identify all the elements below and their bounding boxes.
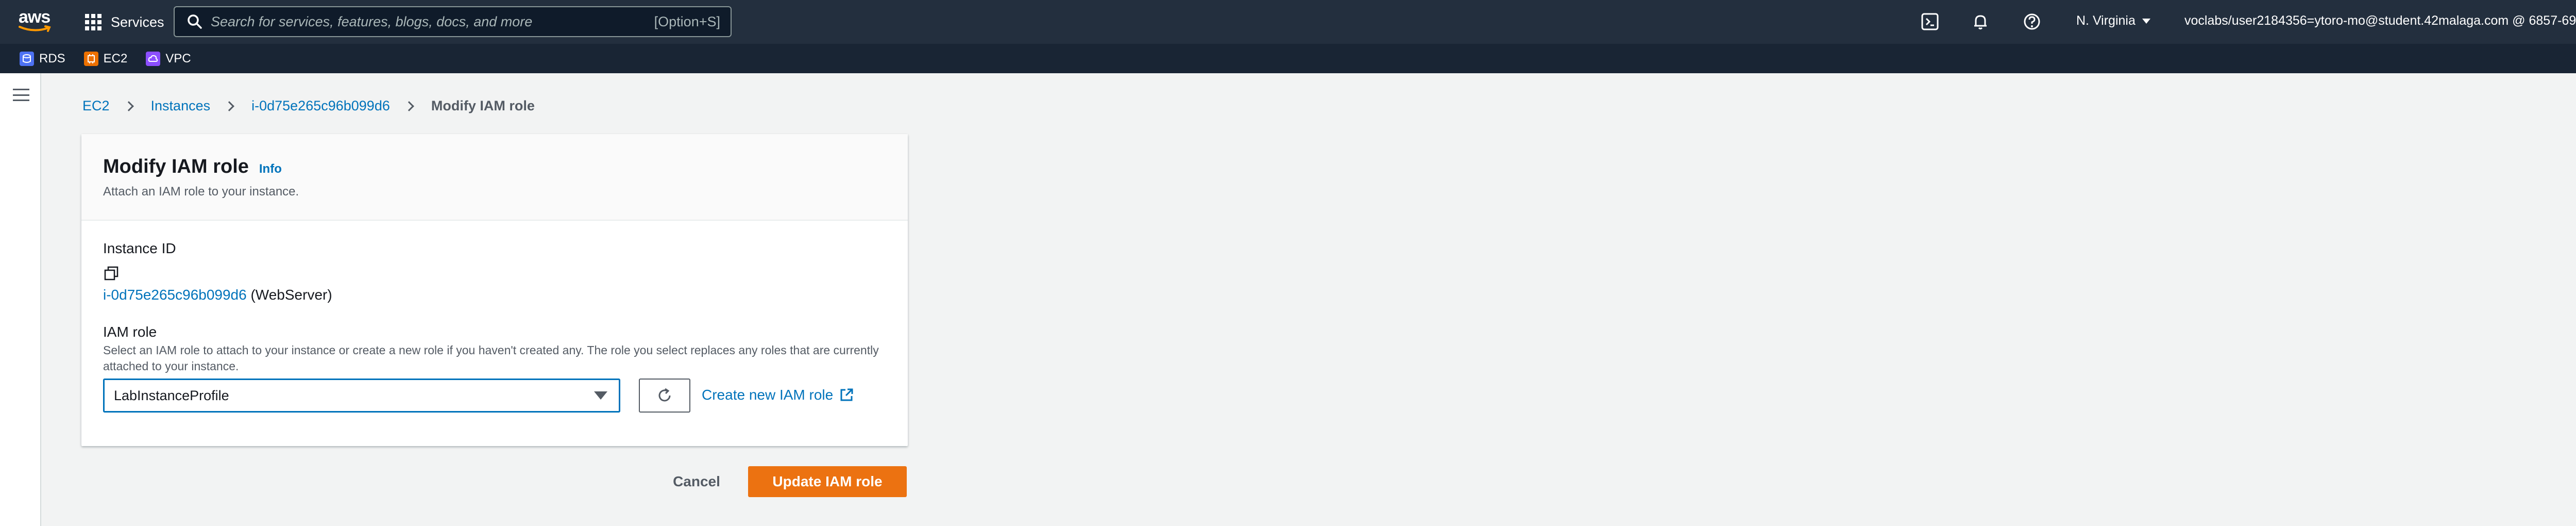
caret-down-icon: [2142, 18, 2150, 24]
update-iam-role-button[interactable]: Update IAM role: [748, 466, 907, 497]
iam-role-label: IAM role: [103, 324, 157, 340]
favorites-bar: RDS EC2 VPC: [0, 44, 2576, 73]
page-description: Attach an IAM role to your instance.: [103, 185, 299, 199]
help-icon: [2024, 13, 2040, 30]
help-button[interactable]: [2022, 11, 2042, 32]
services-menu-button[interactable]: Services: [85, 11, 164, 33]
search-shortcut-hint: [Option+S]: [654, 13, 720, 29]
external-link-icon: [840, 388, 853, 401]
iam-role-selected-value: LabInstanceProfile: [114, 387, 229, 403]
chevron-right-icon: [123, 101, 134, 111]
aws-logo[interactable]: aws: [19, 7, 53, 33]
rds-icon: [20, 51, 34, 66]
instance-id-value: i-0d75e265c96b099d6 (WebServer): [103, 287, 332, 303]
cancel-button[interactable]: Cancel: [653, 466, 740, 497]
cloudshell-button[interactable]: [1920, 11, 1940, 32]
create-new-iam-role-label: Create new IAM role: [702, 387, 834, 403]
favorite-vpc-label: VPC: [165, 51, 191, 65]
refresh-icon: [658, 388, 671, 402]
account-menu[interactable]: voclabs/user2184356=ytoro-mo@student.42m…: [2184, 13, 2576, 28]
favorite-vpc[interactable]: VPC: [146, 51, 191, 66]
cloudshell-icon: [1921, 13, 1939, 30]
search-icon: [188, 14, 202, 29]
instance-name: (WebServer): [250, 287, 332, 303]
search-input[interactable]: [211, 13, 654, 30]
vpc-icon: [146, 51, 161, 66]
favorite-rds[interactable]: RDS: [20, 51, 65, 66]
copy-icon[interactable]: [103, 265, 121, 283]
breadcrumb-ec2[interactable]: EC2: [82, 98, 110, 114]
favorite-ec2[interactable]: EC2: [83, 51, 128, 66]
panel-header: Modify IAM role Info Attach an IAM role …: [81, 134, 908, 221]
region-label: N. Virginia: [2076, 13, 2136, 28]
iam-role-description: Select an IAM role to attach to your ins…: [103, 343, 879, 373]
breadcrumb-current: Modify IAM role: [431, 98, 535, 113]
create-new-iam-role-link[interactable]: Create new IAM role: [702, 387, 854, 403]
search-bar[interactable]: [Option+S]: [174, 6, 732, 37]
region-selector[interactable]: N. Virginia: [2076, 13, 2151, 28]
bell-icon: [1974, 15, 1987, 29]
page-title-text: Modify IAM role: [103, 156, 249, 177]
breadcrumb: EC2 Instances i-0d75e265c96b099d6 Modify…: [82, 98, 535, 114]
chevron-right-icon: [224, 101, 235, 111]
chevron-right-icon: [403, 101, 414, 111]
aws-smile-icon: [19, 25, 51, 32]
services-grid-icon: [85, 14, 101, 30]
side-navigation-rail: [0, 73, 41, 526]
modify-iam-role-panel: Modify IAM role Info Attach an IAM role …: [81, 134, 908, 446]
page-title: Modify IAM role Info: [103, 156, 282, 178]
instance-id-link[interactable]: i-0d75e265c96b099d6: [103, 287, 247, 303]
ec2-icon: [83, 51, 98, 66]
menu-toggle-icon[interactable]: [13, 89, 29, 101]
services-label: Services: [111, 14, 164, 30]
favorite-ec2-label: EC2: [103, 51, 128, 65]
caret-down-icon: [594, 391, 607, 400]
favorite-rds-label: RDS: [39, 51, 65, 65]
notifications-button[interactable]: [1970, 11, 1991, 32]
refresh-button[interactable]: [639, 379, 690, 413]
account-label: voclabs/user2184356=ytoro-mo@student.42m…: [2184, 13, 2576, 28]
instance-id-label: Instance ID: [103, 240, 176, 256]
breadcrumb-instance-id[interactable]: i-0d75e265c96b099d6: [251, 98, 390, 114]
iam-role-select[interactable]: LabInstanceProfile: [103, 379, 620, 413]
top-navigation: aws Services [Option+S]: [0, 0, 2576, 44]
info-link[interactable]: Info: [259, 162, 282, 176]
breadcrumb-instances[interactable]: Instances: [151, 98, 211, 114]
